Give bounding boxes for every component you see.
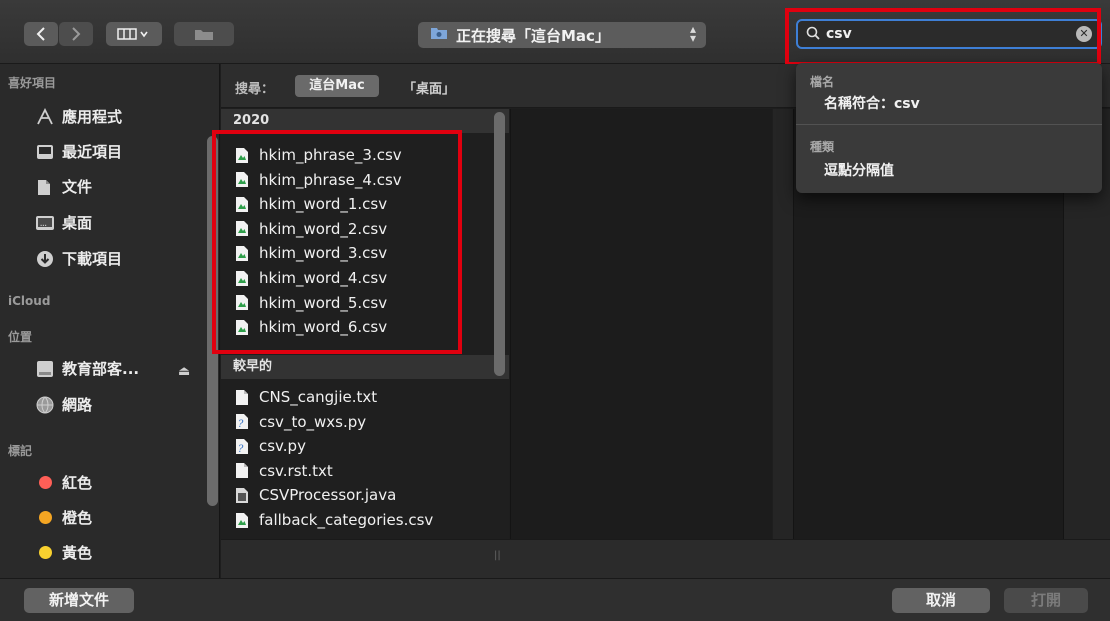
horizontal-scrollbar[interactable]: || xyxy=(221,539,1110,578)
highlight-box-search xyxy=(785,8,1101,66)
favorites-header: 喜好項目 xyxy=(8,76,57,90)
group-header-earlier: 較早的 xyxy=(221,355,509,379)
disk-icon xyxy=(34,360,56,378)
sidebar-item-label: 教育部客... xyxy=(62,360,140,378)
scope-desktop-button[interactable]: 「桌面」 xyxy=(403,78,455,97)
eject-icon[interactable]: ⏏ xyxy=(178,364,190,379)
yellow-tag-dot-icon xyxy=(38,546,52,559)
applications-icon xyxy=(34,107,56,126)
search-suggestions-menu: 檔名 名稱符合：csv 種類 逗點分隔值 xyxy=(796,63,1102,193)
sidebar-item-label: 網路 xyxy=(62,396,93,414)
svg-text:...: ... xyxy=(40,221,47,228)
chevron-left-icon xyxy=(36,27,45,41)
sidebar-item-applications[interactable]: 應用程式 xyxy=(34,106,122,127)
view-mode-button[interactable] xyxy=(106,22,162,46)
network-icon xyxy=(34,396,56,414)
preview-column xyxy=(510,109,772,539)
search-scope-label: 正在搜尋「這台Mac」 xyxy=(456,26,610,45)
text-file-icon xyxy=(235,389,249,406)
open-button[interactable]: 打開 xyxy=(1004,588,1088,613)
sidebar-item-label: 文件 xyxy=(62,178,93,196)
back-button[interactable] xyxy=(24,22,58,46)
file-name: fallback_categories.csv xyxy=(259,511,434,529)
sidebar-item-label: 應用程式 xyxy=(62,108,123,126)
locations-header: 位置 xyxy=(8,330,33,344)
csv-file-icon xyxy=(235,512,249,529)
sidebar-item-network[interactable]: 網路 xyxy=(34,394,92,415)
file-row[interactable]: ? csv.py xyxy=(235,434,306,458)
orange-tag-dot-icon xyxy=(38,511,52,524)
suggestion-kind-header: 種類 xyxy=(810,140,835,154)
file-name: csv.rst.txt xyxy=(259,461,333,480)
sidebar-item-label: 最近項目 xyxy=(62,143,123,161)
chevron-right-icon xyxy=(72,27,81,41)
search-scope-title: 搜尋： xyxy=(235,82,275,97)
folder-icon xyxy=(430,26,448,44)
sidebar-item-desktop[interactable]: ... 桌面 xyxy=(34,212,92,233)
documents-icon xyxy=(34,178,56,196)
sidebar-item-tag-red[interactable]: 紅色 xyxy=(34,472,92,493)
java-file-icon xyxy=(235,487,249,504)
column-divider xyxy=(773,109,793,539)
python-file-icon: ? xyxy=(235,438,249,455)
sidebar-item-tag-orange[interactable]: 橙色 xyxy=(34,507,92,528)
new-folder-button[interactable] xyxy=(174,22,234,46)
file-row[interactable]: CNS_cangjie.txt xyxy=(235,385,377,409)
red-tag-dot-icon xyxy=(38,476,52,489)
icloud-header: iCloud xyxy=(8,294,51,308)
text-file-icon xyxy=(235,462,249,479)
suggestion-kind-item[interactable]: 逗點分隔值 xyxy=(824,160,894,180)
sidebar-item-label: 下載項目 xyxy=(62,250,123,268)
python-file-icon: ? xyxy=(235,413,249,430)
highlight-box-files xyxy=(212,130,462,354)
downloads-icon xyxy=(34,250,56,268)
suggestion-filename-item[interactable]: 名稱符合：csv xyxy=(824,93,920,113)
sidebar-item-label: 桌面 xyxy=(62,214,93,232)
new-document-button[interactable]: 新增文件 xyxy=(24,588,134,613)
suggestion-filename-header: 檔名 xyxy=(810,75,835,89)
file-row[interactable]: csv.rst.txt xyxy=(235,459,333,483)
sidebar-item-label: 橙色 xyxy=(62,509,93,527)
column-resize-handle[interactable]: || xyxy=(494,550,501,561)
sidebar-item-documents[interactable]: 文件 xyxy=(34,176,92,197)
file-row[interactable]: fallback_categories.csv xyxy=(235,508,433,532)
search-scope-popup[interactable]: 正在搜尋「這台Mac」 ▴ ▾ xyxy=(418,22,706,48)
file-row[interactable]: ? csv_to_wxs.py xyxy=(235,410,366,434)
forward-button[interactable] xyxy=(59,22,93,46)
svg-text:?: ? xyxy=(238,444,244,455)
desktop-icon: ... xyxy=(34,215,56,231)
file-name: csv.py xyxy=(259,437,306,456)
recents-icon xyxy=(34,144,56,160)
sidebar-item-label: 黃色 xyxy=(62,544,93,562)
sidebar-item-recents[interactable]: 最近項目 xyxy=(34,141,122,162)
sidebar-item-downloads[interactable]: 下載項目 xyxy=(34,248,122,269)
cancel-button[interactable]: 取消 xyxy=(892,588,990,613)
file-name: CNS_cangjie.txt xyxy=(259,388,378,406)
updown-arrows-icon: ▴ ▾ xyxy=(689,22,696,45)
bottom-bar: 新增文件 取消 打開 xyxy=(0,578,1110,621)
divider xyxy=(796,124,1102,125)
file-row[interactable]: CSVProcessor.java xyxy=(235,483,396,507)
columns-view-icon xyxy=(117,28,148,40)
file-name: csv_to_wxs.py xyxy=(259,412,367,431)
file-name: CSVProcessor.java xyxy=(259,486,397,505)
tags-header: 標記 xyxy=(8,444,33,458)
sidebar-item-label: 紅色 xyxy=(62,474,93,492)
new-folder-icon xyxy=(195,30,213,40)
sidebar-item-tag-yellow[interactable]: 黃色 xyxy=(34,542,92,563)
results-scrollbar[interactable] xyxy=(494,112,505,376)
sidebar: 喜好項目 應用程式 最近項目 文件 ... 桌面 下載項目 iCloud 位置 xyxy=(0,64,220,578)
svg-text:?: ? xyxy=(238,419,244,430)
scope-this-mac-button[interactable]: 這台Mac xyxy=(295,75,379,97)
sidebar-item-disk[interactable]: 教育部客... xyxy=(34,358,139,379)
